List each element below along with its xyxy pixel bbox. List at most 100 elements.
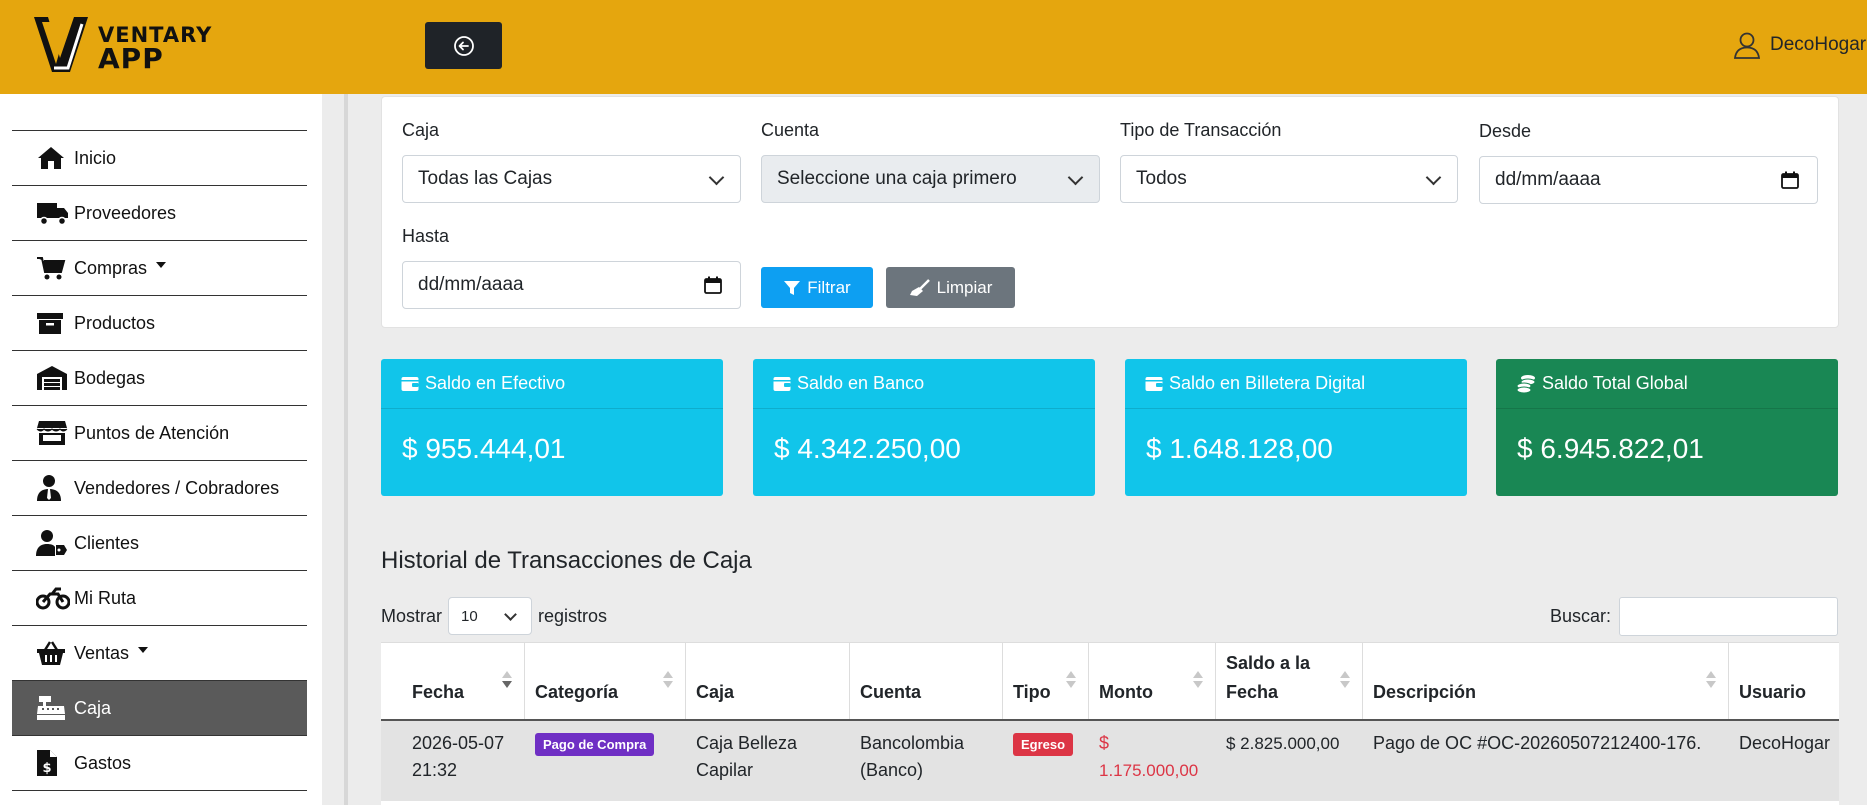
filter-button[interactable]: Filtrar — [761, 267, 873, 308]
balance-label: Saldo en Billetera Digital — [1169, 373, 1366, 393]
page-length-value: 10 — [461, 607, 478, 625]
app-logo[interactable]: VENTARY APP — [30, 14, 225, 76]
svg-text:$: $ — [42, 761, 51, 776]
chevron-down-icon — [1425, 169, 1442, 186]
motorcycle-icon — [36, 583, 70, 613]
sidebar-item-caja[interactable]: Caja — [12, 681, 307, 736]
sidebar-item-label: Proveedores — [74, 202, 177, 223]
caret-down-icon — [138, 647, 149, 653]
sort-icon — [1193, 671, 1203, 688]
column-header-saldo[interactable]: Saldo a la Fecha — [1216, 643, 1363, 719]
table-row[interactable] — [381, 801, 1839, 805]
cell-tipo: Egreso — [1003, 721, 1089, 801]
sidebar-item-label: Gastos — [74, 752, 132, 773]
category-badge: Pago de Compra — [535, 733, 655, 756]
cash-register-icon — [36, 693, 70, 723]
balance-card-billetera: Saldo en Billetera Digital $ 1.648.128,0… — [1125, 359, 1467, 496]
sidebar-item-vendedores[interactable]: Vendedores / Cobradores — [12, 461, 307, 516]
sidebar-item-label: Mi Ruta — [74, 587, 137, 608]
sidebar-item-clientes[interactable]: Clientes — [12, 516, 307, 571]
sidebar-item-mi-ruta[interactable]: Mi Ruta — [12, 571, 307, 626]
calendar-icon — [704, 276, 722, 294]
column-header-categoria[interactable]: Categoría — [525, 643, 686, 719]
sidebar-item-label: Vendedores / Cobradores — [74, 477, 280, 498]
records-label: registros — [538, 605, 608, 626]
sidebar-item-label: Inicio — [74, 147, 117, 168]
sidebar-item-productos[interactable]: Productos — [12, 296, 307, 351]
hasta-date-input[interactable]: dd/mm/aaaa — [402, 261, 741, 309]
sidebar-item-compras[interactable]: Compras — [12, 241, 307, 296]
clear-button[interactable]: Limpiar — [886, 267, 1015, 308]
cell-fecha: 2026-05-07 21:32 — [381, 721, 525, 801]
tipo-transaccion-select[interactable]: Todos — [1120, 155, 1458, 203]
desde-date-input[interactable]: dd/mm/aaaa — [1479, 156, 1818, 204]
search-input[interactable] — [1619, 597, 1839, 636]
sidebar-item-label: Caja — [74, 697, 112, 718]
sort-icon — [1066, 671, 1076, 688]
page-length-select[interactable]: 10 — [448, 597, 533, 635]
sidebar-item-inicio[interactable]: Inicio — [12, 131, 307, 186]
sidebar-item-label: Productos — [74, 312, 156, 333]
type-badge: Egreso — [1013, 733, 1074, 756]
user-tie-icon — [36, 473, 70, 503]
sidebar-item-bodegas[interactable]: Bodegas — [12, 351, 307, 406]
filter-icon — [784, 280, 801, 295]
cell-caja: Caja Belleza Capilar — [686, 721, 850, 801]
column-header-usuario[interactable]: Usuario — [1729, 643, 1839, 719]
sidebar-item-label: Bodegas — [74, 367, 146, 388]
cuenta-select[interactable]: Seleccione una caja primero — [761, 155, 1100, 203]
sort-icon — [502, 671, 512, 688]
basket-icon — [36, 638, 70, 668]
table-header: Fecha Categoría Caja Cuenta Tipo Monto S… — [381, 642, 1839, 721]
balance-value: $ 6.945.822,01 — [1517, 433, 1704, 464]
sort-icon — [1340, 671, 1350, 688]
store-icon — [36, 418, 70, 448]
chevron-down-icon — [504, 608, 517, 621]
balance-value: $ 955.444,01 — [402, 433, 566, 464]
balance-label: Saldo en Banco — [797, 373, 925, 393]
table-row[interactable]: 2026-05-07 21:32 Pago de Compra Caja Bel… — [381, 721, 1839, 801]
column-header-descripcion[interactable]: Descripción — [1363, 643, 1729, 719]
balance-value: $ 1.648.128,00 — [1146, 433, 1333, 464]
scrollbar[interactable] — [344, 94, 348, 805]
sort-icon — [1706, 671, 1716, 688]
wallet-icon — [773, 376, 791, 391]
sidebar-toggle-button[interactable] — [425, 22, 502, 69]
sidebar-item-label: Ventas — [74, 642, 130, 663]
logo-mark-icon — [34, 17, 88, 72]
column-header-monto[interactable]: Monto — [1089, 643, 1216, 719]
column-header-caja[interactable]: Caja — [686, 643, 850, 719]
invoice-dollar-icon: $ — [36, 748, 70, 778]
column-header-tipo[interactable]: Tipo — [1003, 643, 1089, 719]
filter-button-label: Filtrar — [807, 277, 851, 297]
table-search: Buscar: — [1550, 597, 1839, 636]
chevron-down-icon — [708, 169, 725, 186]
broom-icon — [909, 278, 930, 296]
cuenta-select-value: Seleccione una caja primero — [777, 168, 1017, 189]
balance-label: Saldo Total Global — [1542, 373, 1688, 393]
column-header-fecha[interactable]: Fecha — [381, 643, 525, 719]
sort-icon — [663, 671, 673, 688]
user-name: DecoHogar — [1770, 34, 1867, 55]
cell-monto: $ 1.175.000,00 — [1089, 721, 1216, 801]
sidebar-item-ventas[interactable]: Ventas — [12, 626, 307, 681]
sidebar-item-label: Compras — [74, 257, 148, 278]
user-tag-icon — [36, 528, 70, 558]
user-menu[interactable]: DecoHogar — [1732, 30, 1867, 60]
sidebar-item-label: Puntos de Atención — [74, 422, 230, 443]
archive-box-icon — [36, 308, 70, 338]
caja-select[interactable]: Todas las Cajas — [402, 155, 741, 203]
balance-label: Saldo en Efectivo — [425, 373, 566, 393]
cell-cuenta: Bancolombia (Banco) — [850, 721, 1003, 801]
cell-categoria: Pago de Compra — [525, 721, 686, 801]
balance-value: $ 4.342.250,00 — [774, 433, 961, 464]
warehouse-icon — [36, 363, 70, 393]
sidebar-item-label: Clientes — [74, 532, 140, 553]
sidebar-item-puntos-atencion[interactable]: Puntos de Atención — [12, 406, 307, 461]
column-header-cuenta[interactable]: Cuenta — [850, 643, 1003, 719]
sidebar-item-proveedores[interactable]: Proveedores — [12, 186, 307, 241]
cart-icon — [36, 253, 70, 283]
calendar-icon — [1781, 171, 1799, 189]
transactions-table: Fecha Categoría Caja Cuenta Tipo Monto S… — [381, 642, 1839, 805]
sidebar-item-gastos[interactable]: $ Gastos — [12, 736, 307, 791]
